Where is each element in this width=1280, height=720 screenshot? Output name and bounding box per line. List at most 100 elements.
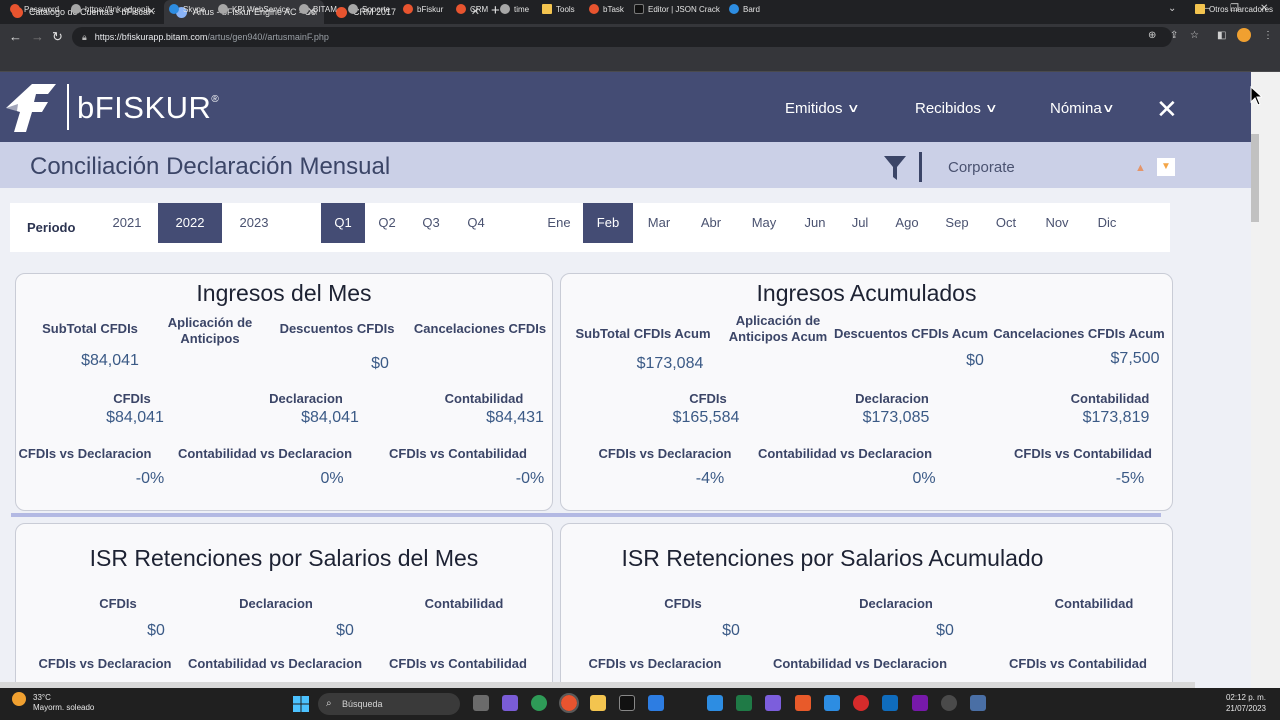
todo-icon[interactable] bbox=[824, 695, 840, 711]
excel-icon[interactable] bbox=[736, 695, 752, 711]
bookmark-item[interactable]: Soporte bbox=[348, 4, 390, 14]
declaracion-value: $0 bbox=[936, 622, 954, 639]
arrow-app-icon[interactable] bbox=[707, 695, 723, 711]
close-icon[interactable]: ✕ bbox=[1156, 96, 1178, 122]
cancelaciones-label: Cancelaciones CFDIs bbox=[413, 321, 547, 336]
brand-wordmark[interactable]: bFISKUR® bbox=[77, 90, 219, 126]
chrome-icon[interactable] bbox=[559, 693, 579, 713]
zoom-app-icon[interactable] bbox=[648, 695, 664, 711]
month-abr[interactable]: Abr bbox=[692, 203, 730, 243]
bookmark-label: time bbox=[514, 4, 530, 14]
weather-sun-icon[interactable] bbox=[12, 692, 26, 706]
globe-icon bbox=[218, 4, 228, 14]
bookmark-item[interactable]: KPI WebService bbox=[218, 4, 290, 14]
edge-icon[interactable] bbox=[531, 695, 547, 711]
company-selector[interactable]: Corporate bbox=[948, 159, 1015, 176]
bookmark-item[interactable]: https://link.edgepil... bbox=[71, 4, 156, 14]
onenote-icon[interactable] bbox=[912, 695, 928, 711]
quarter-q2[interactable]: Q2 bbox=[370, 203, 404, 243]
scrollbar-thumb[interactable] bbox=[1251, 134, 1259, 222]
filter-funnel-icon[interactable] bbox=[884, 156, 906, 180]
bookmark-item[interactable]: BITAM bbox=[299, 4, 337, 14]
windows-start-icon[interactable] bbox=[293, 696, 309, 712]
descuentos-value: $0 bbox=[371, 355, 389, 372]
contabilidad-vs-declaracion-value: 0% bbox=[320, 470, 344, 487]
teams-chat-icon[interactable] bbox=[502, 695, 518, 711]
bookmark-label: Soporte bbox=[362, 4, 391, 14]
terminal-icon[interactable] bbox=[619, 695, 635, 711]
file-explorer-icon[interactable] bbox=[590, 695, 606, 711]
share-icon[interactable]: ⇪ bbox=[1170, 30, 1178, 41]
task-view-icon[interactable] bbox=[473, 695, 489, 711]
month-dic[interactable]: Dic bbox=[1088, 203, 1126, 243]
star-icon[interactable]: ☆ bbox=[1190, 30, 1199, 41]
brand-name: bFISKUR bbox=[77, 90, 212, 125]
month-sep[interactable]: Sep bbox=[938, 203, 976, 243]
clock-time: 02:12 p. m. bbox=[1225, 693, 1266, 702]
month-mar[interactable]: Mar bbox=[640, 203, 678, 243]
contabilidad-label: Contabilidad bbox=[1070, 391, 1150, 406]
bookmark-item[interactable]: time bbox=[500, 4, 529, 14]
quarter-q1[interactable]: Q1 bbox=[321, 203, 365, 243]
month-nov[interactable]: Nov bbox=[1038, 203, 1076, 243]
bookmark-item[interactable]: CRM bbox=[456, 4, 488, 14]
quarter-q3[interactable]: Q3 bbox=[414, 203, 448, 243]
brave-icon[interactable] bbox=[795, 695, 811, 711]
other-bookmarks[interactable]: Otros marcadores bbox=[1195, 4, 1273, 14]
app-icon[interactable] bbox=[970, 695, 986, 711]
address-bar-row: ← → ↻ 🔒︎ https://bfiskurapp.bitam.com/ar… bbox=[0, 24, 1280, 50]
month-jun[interactable]: Jun bbox=[796, 203, 834, 243]
weather-condition: Mayorm. soleado bbox=[33, 703, 95, 712]
taskbar-clock[interactable]: 02:12 p. m. 21/07/2023 bbox=[1218, 692, 1266, 714]
nav-emitidos[interactable]: Emitidos ∨ bbox=[785, 100, 860, 117]
cfdis-vs-declaracion-label: CFDIs vs Declaracion bbox=[18, 446, 152, 461]
shapes-icon[interactable]: ▲ bbox=[1135, 162, 1146, 174]
youtube-icon[interactable] bbox=[853, 695, 869, 711]
month-ago[interactable]: Ago bbox=[888, 203, 926, 243]
bookmark-icon bbox=[403, 4, 413, 14]
company-dropdown-chevron-icon[interactable]: ▼ bbox=[1157, 158, 1175, 176]
profile-avatar[interactable] bbox=[1237, 28, 1251, 42]
bookmark-item[interactable]: Skype bbox=[169, 4, 205, 14]
year-2021[interactable]: 2021 bbox=[103, 203, 151, 243]
month-feb[interactable]: Feb bbox=[583, 203, 633, 243]
nav-recibidos[interactable]: Recibidos ∨ bbox=[915, 100, 998, 117]
outlook-icon[interactable] bbox=[882, 695, 898, 711]
bookmark-item[interactable]: Editor | JSON Crack bbox=[634, 4, 720, 14]
bookmark-item[interactable]: Password bbox=[10, 4, 59, 14]
contabilidad-vs-declaracion-label: Contabilidad vs Declaracion bbox=[187, 656, 363, 671]
month-may[interactable]: May bbox=[745, 203, 783, 243]
back-icon[interactable]: ← bbox=[9, 29, 22, 44]
month-ene[interactable]: Ene bbox=[540, 203, 578, 243]
cancelaciones-acum-label: Cancelaciones CFDIs Acum bbox=[993, 326, 1165, 341]
url-input[interactable]: 🔒︎ https://bfiskurapp.bitam.com/artus/ge… bbox=[72, 27, 1172, 47]
month-jul[interactable]: Jul bbox=[842, 203, 878, 243]
sidepanel-icon[interactable]: ◧ bbox=[1217, 30, 1226, 41]
subtotal-cfdis-acum-label: SubTotal CFDIs Acum bbox=[575, 326, 711, 341]
new-tab-button[interactable]: + bbox=[491, 2, 500, 19]
app-icon[interactable] bbox=[941, 695, 957, 711]
taskbar-search[interactable]: ⌕ Búsqueda bbox=[318, 693, 460, 715]
quarter-q4[interactable]: Q4 bbox=[459, 203, 493, 243]
chevron-down-icon: ∨ bbox=[984, 100, 998, 115]
card-title: ISR Retenciones por Salarios Acumulado bbox=[621, 545, 1044, 571]
forward-icon[interactable]: → bbox=[31, 29, 44, 44]
weather-widget[interactable]: 33°C Mayorm. soleado bbox=[33, 693, 94, 713]
cfdis-label: CFDIs bbox=[689, 391, 727, 406]
menu-kebab-icon[interactable]: ⋮ bbox=[1263, 30, 1273, 41]
reload-icon[interactable]: ↻ bbox=[52, 29, 63, 45]
month-oct[interactable]: Oct bbox=[987, 203, 1025, 243]
bookmark-item[interactable]: bFiskur bbox=[403, 4, 443, 14]
tab-search-chevron-icon[interactable]: ⌄ bbox=[1168, 3, 1176, 14]
cancelaciones-acum-value: $7,500 bbox=[1110, 350, 1160, 367]
bookmark-item[interactable]: Bard bbox=[729, 4, 760, 14]
nav-nomina[interactable]: Nómina ∨ bbox=[1050, 100, 1115, 117]
app-icon[interactable] bbox=[765, 695, 781, 711]
year-2023[interactable]: 2023 bbox=[230, 203, 278, 243]
declaracion-label: Declaracion bbox=[855, 391, 929, 406]
bookmark-folder[interactable]: Tools bbox=[542, 4, 575, 14]
bookmark-item[interactable]: bTask bbox=[589, 4, 624, 14]
zoom-icon[interactable]: ⊕ bbox=[1148, 30, 1156, 41]
year-2022[interactable]: 2022 bbox=[158, 203, 222, 243]
nav-label: Recibidos bbox=[915, 100, 981, 117]
